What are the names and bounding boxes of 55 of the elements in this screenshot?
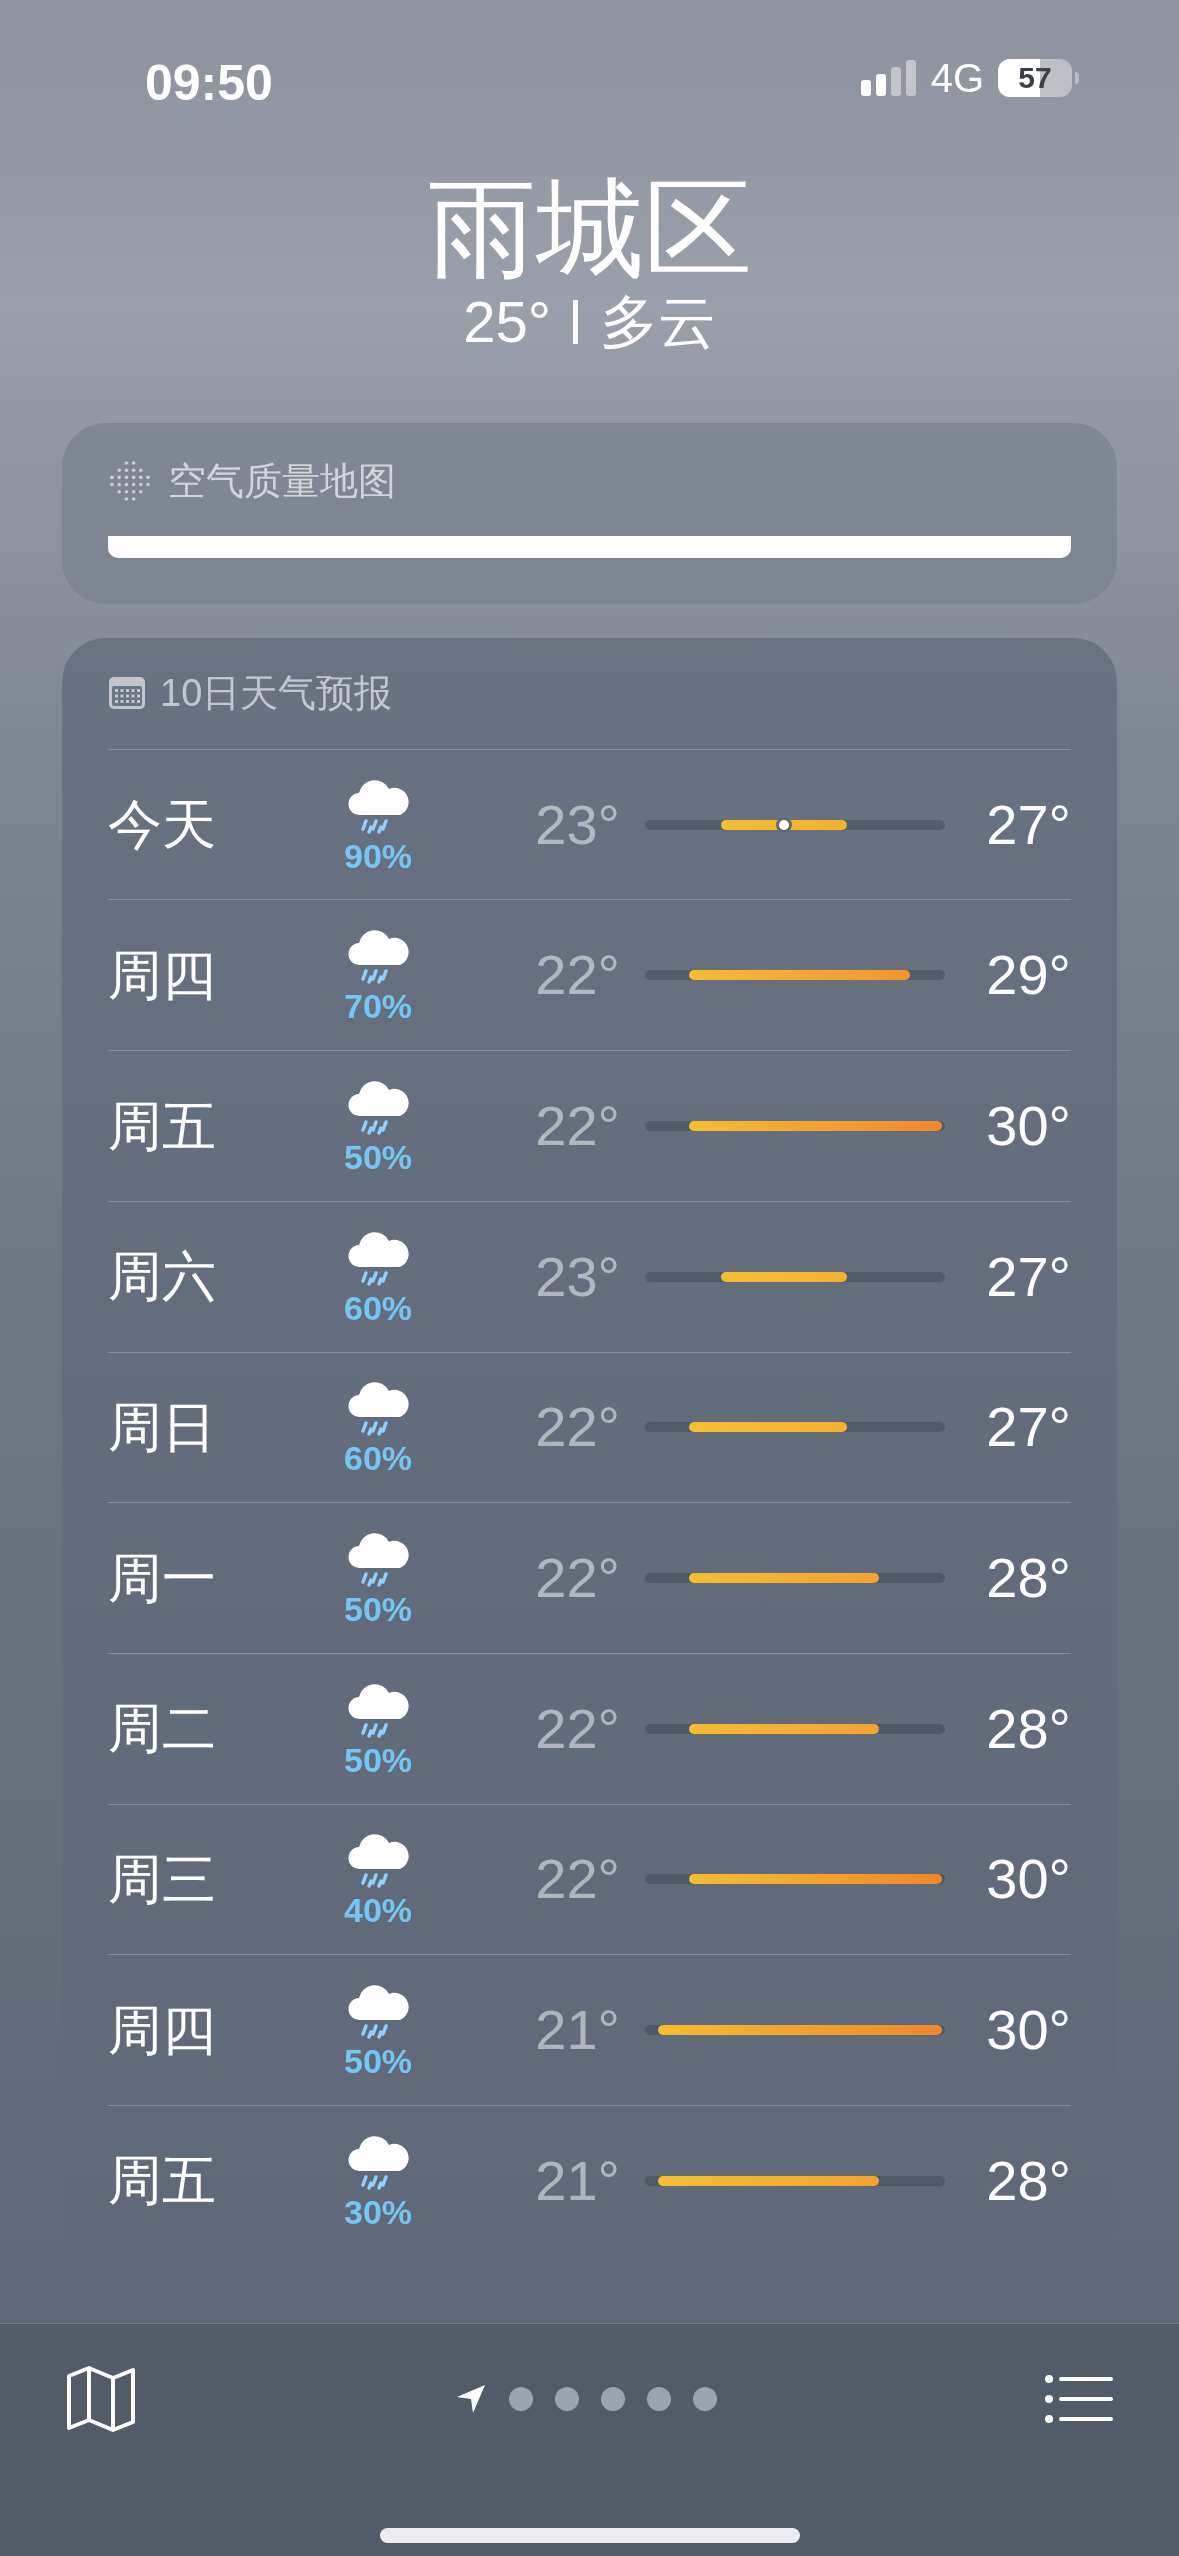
day-label: 今天: [108, 793, 217, 857]
day-label: 周三: [108, 1847, 217, 1911]
list-icon[interactable]: [1045, 2375, 1113, 2423]
day-label: 周二: [108, 1697, 217, 1761]
low-temperature: 22°: [534, 942, 620, 1009]
precipitation-chance: 60%: [343, 1290, 413, 1325]
high-temperature: 27°: [985, 1394, 1071, 1461]
low-temperature: 22°: [534, 1545, 620, 1612]
high-temperature: 29°: [985, 942, 1071, 1009]
precipitation-chance: 50%: [343, 1140, 413, 1174]
high-temperature: 28°: [985, 1695, 1071, 1762]
network-type: 4G: [930, 58, 984, 98]
precipitation-chance: 50%: [343, 2044, 413, 2079]
low-temperature: 22°: [534, 1695, 620, 1762]
precipitation-chance: 70%: [343, 989, 413, 1024]
high-temperature: 28°: [985, 1545, 1071, 1612]
high-temperature: 27°: [985, 1243, 1071, 1310]
high-temperature: 30°: [985, 1093, 1071, 1159]
day-label: 周五: [108, 1094, 217, 1158]
map-icon[interactable]: [66, 2366, 136, 2432]
precipitation-chance: 60%: [343, 1441, 413, 1476]
precipitation-chance: 30%: [343, 2194, 413, 2229]
high-temperature: 30°: [985, 1997, 1071, 2064]
day-label: 周六: [108, 1245, 217, 1309]
map-preview[interactable]: [108, 535, 1071, 558]
signal-icon: [860, 60, 917, 96]
status-time: 09:50: [145, 58, 273, 108]
precipitation-chance: 40%: [343, 1893, 413, 1928]
low-temperature: 21°: [534, 1997, 620, 2064]
day-label: 周五: [108, 2149, 217, 2213]
day-label: 周日: [108, 1395, 217, 1459]
card-title: 10日天气预报: [160, 670, 393, 716]
precipitation-chance: 50%: [343, 1592, 413, 1627]
day-label: 周四: [108, 1998, 217, 2062]
low-temperature: 23°: [534, 1243, 620, 1310]
precipitation-chance: 90%: [343, 838, 413, 873]
card-title: 空气质量地图: [168, 458, 396, 504]
weather-condition: 多云: [599, 292, 716, 351]
air-quality-card[interactable]: 空气质量地图: [62, 422, 1117, 604]
city-name: 雨城区: [427, 170, 752, 289]
low-temperature: 22°: [534, 1093, 620, 1159]
calendar-icon: [108, 676, 146, 711]
high-temperature: 27°: [985, 791, 1071, 858]
dotted-circle-icon: [108, 459, 152, 504]
battery-percent: 57: [1018, 63, 1052, 93]
precipitation-chance: 50%: [343, 1742, 413, 1777]
current-temperature: 25°: [463, 292, 551, 351]
low-temperature: 22°: [534, 1846, 620, 1913]
low-temperature: 22°: [534, 1394, 620, 1461]
low-temperature: 23°: [534, 791, 620, 858]
low-temperature: 21°: [534, 2147, 620, 2214]
day-label: 周一: [108, 1546, 217, 1610]
day-label: 周四: [108, 943, 217, 1007]
high-temperature: 30°: [985, 1846, 1071, 1913]
high-temperature: 28°: [985, 2147, 1071, 2214]
